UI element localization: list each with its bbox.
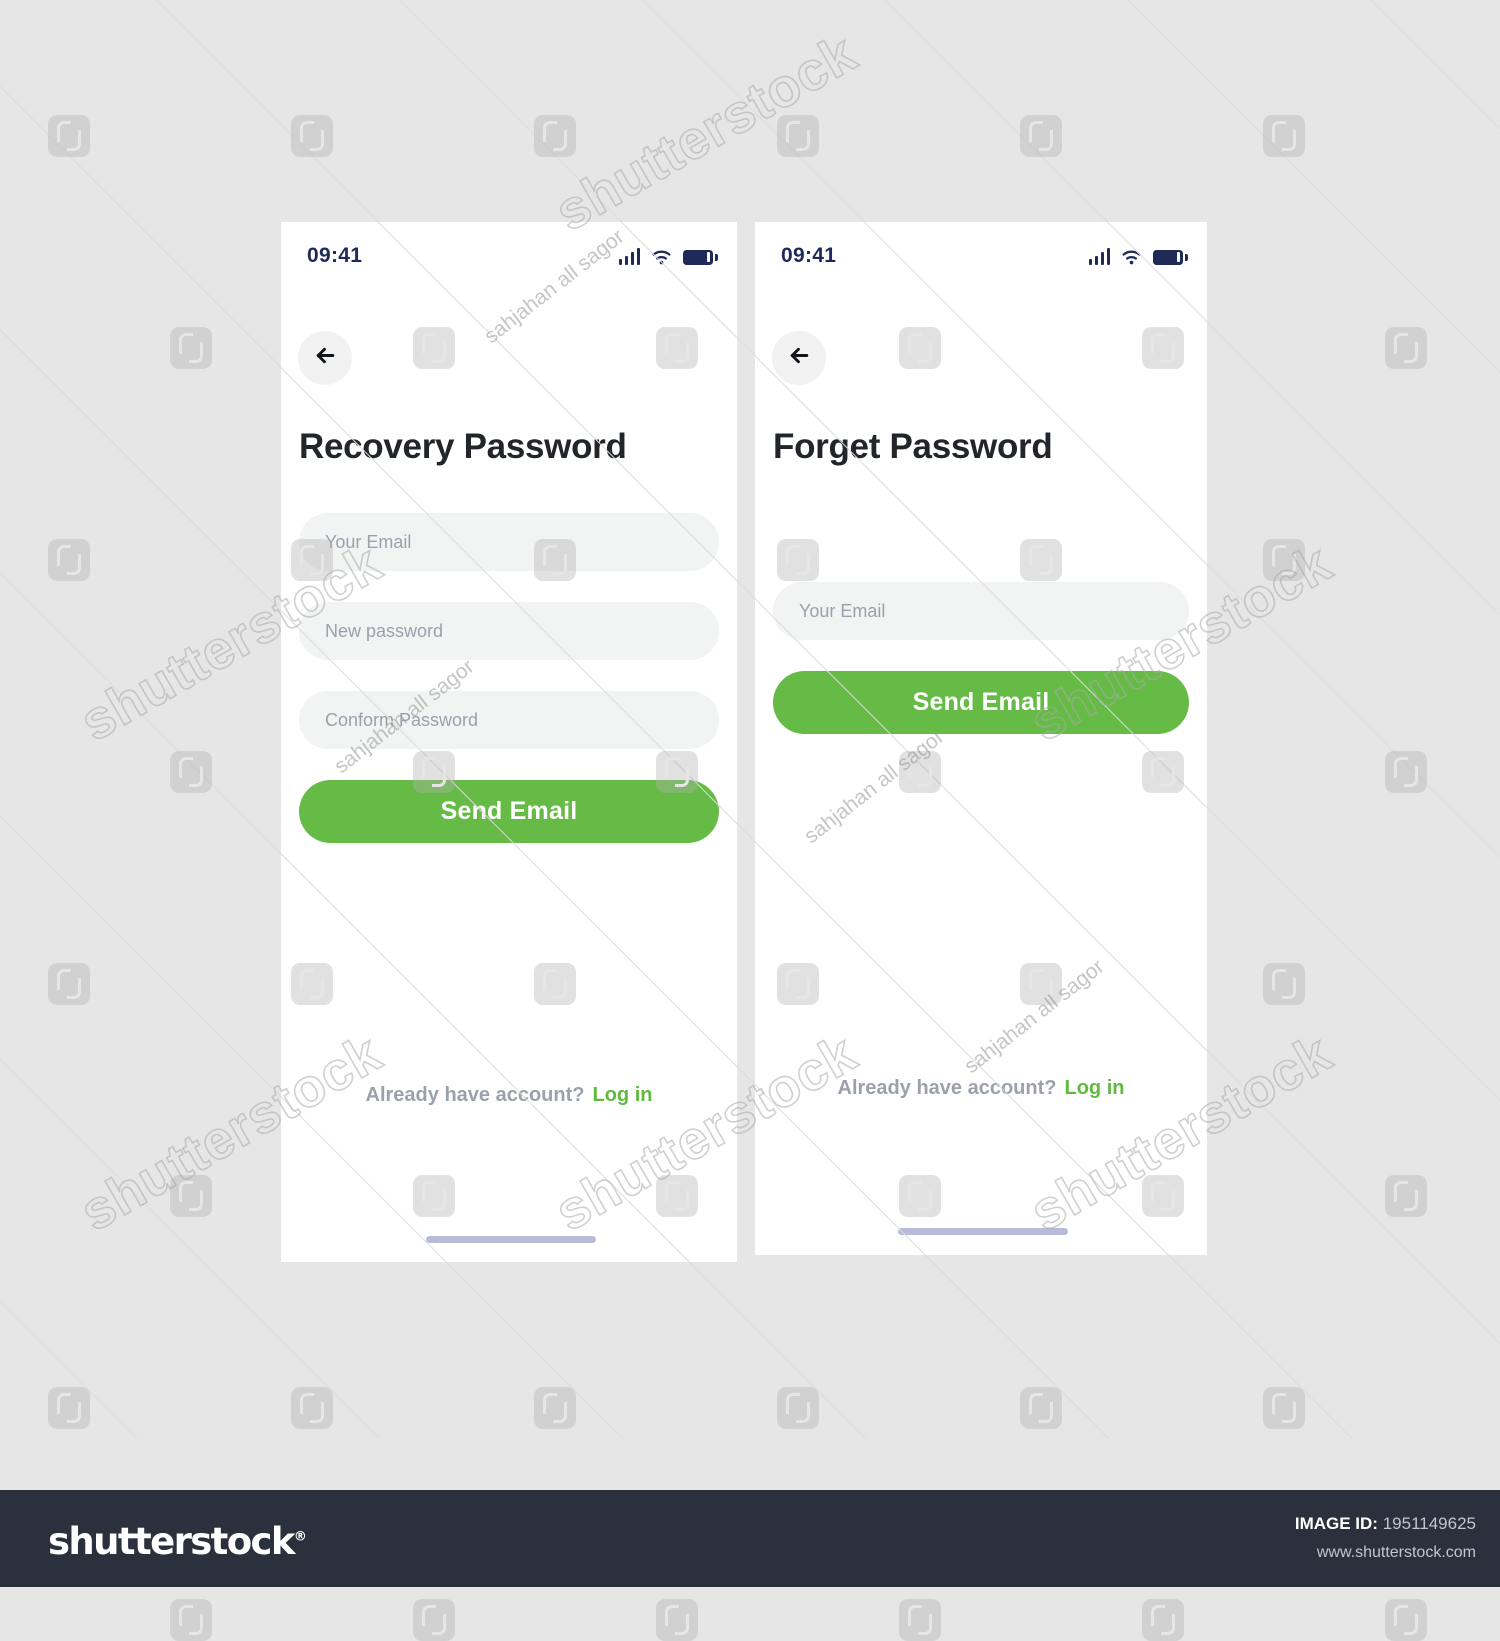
shutterstock-logo-mark-icon <box>1263 963 1305 1005</box>
watermark-line <box>1457 0 1500 1440</box>
status-icons <box>1088 247 1188 265</box>
watermark-brand-text: shutterstock <box>1495 22 1500 244</box>
shutterstock-logo-mark-icon <box>1384 327 1427 369</box>
login-prompt: Already have account? Log in <box>281 1084 737 1107</box>
form-fields: Your Email New password Conform Password… <box>281 513 737 843</box>
watermark-line <box>0 0 138 1440</box>
shutterstock-logo-mark-icon <box>291 1387 333 1429</box>
shutterstock-logo-mark-icon <box>48 963 90 1005</box>
shutterstock-logo-mark-icon <box>1263 1387 1305 1429</box>
shutterstock-footer: shutterstock® IMAGE ID: 1951149625 www.s… <box>0 1490 1500 1587</box>
confirm-password-field[interactable]: Conform Password <box>299 691 719 749</box>
watermark-overlay: shutterstock shutterstock shutterstock shut… <box>0 0 1500 1641</box>
shutterstock-logo-mark-icon <box>169 1599 212 1641</box>
email-field-placeholder: Your Email <box>799 600 886 621</box>
watermark-line <box>0 0 1500 1440</box>
email-field[interactable]: Your Email <box>773 582 1189 640</box>
shutterstock-logo-mark-icon <box>1384 751 1427 793</box>
login-prompt-text: Already have account? <box>365 1084 585 1106</box>
shutterstock-logo-mark-icon <box>291 115 333 157</box>
watermark-brand-text: shutterstock <box>545 22 868 244</box>
shutterstock-logo-mark-icon <box>169 1175 212 1217</box>
shutterstock-logo-mark-icon <box>169 327 212 369</box>
arrow-left-icon <box>787 343 812 373</box>
battery-icon <box>683 249 718 265</box>
login-prompt: Already have account? Log in <box>755 1077 1207 1100</box>
status-bar: 09:41 <box>755 222 1207 268</box>
confirm-password-field-placeholder: Conform Password <box>325 709 479 730</box>
shutterstock-logo-mark-icon <box>1263 539 1305 581</box>
battery-icon <box>1153 249 1188 265</box>
form-fields: Your Email Send Email <box>755 582 1207 734</box>
shutterstock-logo-mark-icon <box>48 1387 90 1429</box>
shutterstock-logo-mark-icon <box>1384 1175 1427 1217</box>
shutterstock-logo-mark-icon <box>169 751 212 793</box>
shutterstock-logo-mark-icon <box>534 1387 576 1429</box>
shutterstock-logo-mark-icon <box>1020 1387 1062 1429</box>
shutterstock-logo-mark-icon <box>898 1599 941 1641</box>
send-email-button[interactable]: Send Email <box>773 671 1189 734</box>
home-indicator <box>426 1236 596 1243</box>
back-button[interactable] <box>298 331 352 385</box>
shutterstock-logo-mark-icon <box>655 1599 698 1641</box>
image-id: IMAGE ID: 1951149625 <box>1295 1514 1476 1534</box>
image-id-value: 1951149625 <box>1382 1514 1476 1533</box>
shutterstock-logo-mark-icon <box>48 115 90 157</box>
shutterstock-logo-mark-icon <box>777 1387 819 1429</box>
email-field-placeholder: Your Email <box>325 531 412 552</box>
home-indicator <box>898 1228 1068 1235</box>
new-password-field[interactable]: New password <box>299 602 719 660</box>
shutterstock-logo-mark-icon <box>412 1599 455 1641</box>
status-time: 09:41 <box>781 244 837 267</box>
watermark-brand-text: shutterstock <box>1495 532 1500 754</box>
footer-url: www.shutterstock.com <box>1316 1544 1476 1561</box>
shutterstock-logo-mark-icon <box>534 115 576 157</box>
status-bar: 09:41 <box>281 222 737 268</box>
page-title: Forget Password <box>773 427 1053 466</box>
page-title: Recovery Password <box>299 427 627 466</box>
wifi-icon <box>1121 248 1142 265</box>
new-password-field-placeholder: New password <box>325 620 444 641</box>
status-time: 09:41 <box>307 244 363 267</box>
registered-mark: ® <box>293 1529 307 1545</box>
shutterstock-logo-mark-icon <box>1020 115 1062 157</box>
shutterstock-logo-mark-icon <box>777 115 819 157</box>
phone-screen-forget-password: 09:41 Forget Password Your Email Send Em… <box>755 222 1207 1255</box>
shutterstock-logo-mark-icon <box>1141 1599 1184 1641</box>
login-prompt-text: Already have account? <box>837 1077 1057 1099</box>
signal-bars-icon <box>1088 247 1110 265</box>
login-link[interactable]: Log in <box>1064 1077 1124 1099</box>
shutterstock-logo: shutterstock® <box>48 1520 307 1563</box>
shutterstock-logo-mark-icon <box>1384 1599 1427 1641</box>
phone-screen-recovery-password: 09:41 Recovery Password Your Email New p… <box>281 222 737 1262</box>
shutterstock-logo-mark-icon <box>48 539 90 581</box>
email-field[interactable]: Your Email <box>299 513 719 571</box>
status-icons <box>618 247 718 265</box>
image-id-label: IMAGE ID: <box>1294 1514 1378 1533</box>
watermark-line <box>0 0 1500 1440</box>
shutterstock-logo-text: shutterstock <box>48 1520 295 1563</box>
send-email-button[interactable]: Send Email <box>299 780 719 843</box>
wifi-icon <box>651 248 672 265</box>
arrow-left-icon <box>313 343 338 373</box>
shutterstock-logo-mark-icon <box>1263 115 1305 157</box>
signal-bars-icon <box>618 247 640 265</box>
back-button[interactable] <box>772 331 826 385</box>
login-link[interactable]: Log in <box>592 1084 652 1106</box>
watermark-line <box>1214 0 1500 1440</box>
